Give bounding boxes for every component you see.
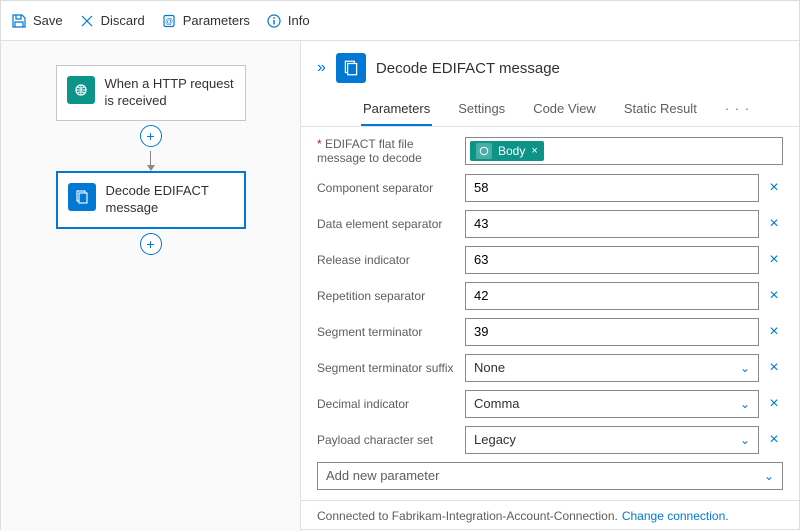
row-flatfile: * EDIFACT flat file message to decode Bo…: [317, 137, 783, 166]
add-step-button[interactable]: +: [140, 233, 162, 255]
segment-term-label: Segment terminator: [317, 325, 465, 339]
save-button[interactable]: Save: [11, 13, 63, 29]
connector: +: [140, 121, 162, 171]
edifact-action-icon: [68, 183, 96, 211]
http-token-icon: [476, 143, 492, 159]
details-panel: » Decode EDIFACT message Parameters Sett…: [301, 41, 799, 531]
decimal-ind-select[interactable]: Comma ⌄: [465, 390, 759, 418]
discard-icon: [79, 13, 95, 29]
release-ind-label: Release indicator: [317, 253, 465, 267]
discard-label: Discard: [101, 13, 145, 28]
designer-canvas[interactable]: When a HTTP request is received + Decode…: [1, 41, 301, 531]
component-sep-input[interactable]: [465, 174, 759, 202]
insert-step-button[interactable]: +: [140, 125, 162, 147]
clear-icon[interactable]: ×: [765, 251, 783, 269]
token-label: Body: [498, 144, 525, 158]
trigger-node[interactable]: When a HTTP request is received: [56, 65, 246, 121]
payload-charset-select[interactable]: Legacy ⌄: [465, 426, 759, 454]
clear-icon[interactable]: ×: [765, 431, 783, 449]
clear-icon[interactable]: ×: [765, 215, 783, 233]
parameters-button[interactable]: @ Parameters: [161, 13, 250, 29]
flatfile-input[interactable]: Body ×: [465, 137, 783, 165]
save-label: Save: [33, 13, 63, 28]
collapse-button[interactable]: »: [317, 59, 326, 77]
main: When a HTTP request is received + Decode…: [1, 41, 799, 531]
clear-icon[interactable]: ×: [765, 395, 783, 413]
action-node-title: Decode EDIFACT message: [106, 183, 234, 217]
row-release-ind: Release indicator ×: [317, 246, 783, 274]
row-segment-term-suffix: Segment terminator suffix None ⌄ ×: [317, 354, 783, 382]
chevron-down-icon: ⌄: [740, 397, 750, 411]
segment-term-input[interactable]: [465, 318, 759, 346]
segment-term-suffix-select[interactable]: None ⌄: [465, 354, 759, 382]
row-payload-charset: Payload character set Legacy ⌄ ×: [317, 426, 783, 454]
panel-header: » Decode EDIFACT message: [301, 41, 799, 87]
info-button[interactable]: Info: [266, 13, 310, 29]
connection-status: Connected to Fabrikam-Integration-Accoun…: [317, 509, 618, 523]
trigger-node-title: When a HTTP request is received: [105, 76, 235, 110]
token-remove-icon[interactable]: ×: [531, 145, 537, 157]
panel-title: Decode EDIFACT message: [376, 60, 560, 77]
repetition-sep-input[interactable]: [465, 282, 759, 310]
payload-charset-value: Legacy: [474, 432, 516, 447]
connection-footer: Connected to Fabrikam-Integration-Accoun…: [301, 500, 799, 531]
panel-action-icon: [336, 53, 366, 83]
row-segment-term: Segment terminator ×: [317, 318, 783, 346]
parameters-icon: @: [161, 13, 177, 29]
decimal-ind-label: Decimal indicator: [317, 397, 465, 411]
row-add-parameter: Add new parameter ⌄: [317, 462, 783, 490]
chevron-down-icon: ⌄: [764, 469, 774, 483]
add-parameter-select[interactable]: Add new parameter ⌄: [317, 462, 783, 490]
chevron-down-icon: ⌄: [740, 433, 750, 447]
clear-icon[interactable]: ×: [765, 287, 783, 305]
discard-button[interactable]: Discard: [79, 13, 145, 29]
change-connection-link[interactable]: Change connection.: [622, 509, 729, 523]
svg-text:@: @: [165, 17, 173, 26]
data-elem-sep-input[interactable]: [465, 210, 759, 238]
info-icon: [266, 13, 282, 29]
tab-parameters[interactable]: Parameters: [361, 93, 432, 126]
connector-end: +: [140, 229, 162, 259]
chevron-down-icon: ⌄: [740, 361, 750, 375]
row-data-elem-sep: Data element separator ×: [317, 210, 783, 238]
row-repetition-sep: Repetition separator ×: [317, 282, 783, 310]
row-decimal-ind: Decimal indicator Comma ⌄ ×: [317, 390, 783, 418]
tab-more[interactable]: · · ·: [723, 93, 752, 126]
row-component-sep: Component separator ×: [317, 174, 783, 202]
flatfile-label: * EDIFACT flat file message to decode: [317, 137, 465, 166]
action-node[interactable]: Decode EDIFACT message: [56, 171, 246, 229]
payload-charset-label: Payload character set: [317, 433, 465, 447]
data-elem-sep-label: Data element separator: [317, 217, 465, 231]
parameters-form: * EDIFACT flat file message to decode Bo…: [301, 127, 799, 500]
toolbar: Save Discard @ Parameters Info: [1, 1, 799, 41]
segment-term-suffix-value: None: [474, 360, 505, 375]
parameters-label: Parameters: [183, 13, 250, 28]
release-ind-input[interactable]: [465, 246, 759, 274]
save-icon: [11, 13, 27, 29]
clear-icon[interactable]: ×: [765, 179, 783, 197]
tab-codeview[interactable]: Code View: [531, 93, 598, 126]
decimal-ind-value: Comma: [474, 396, 520, 411]
tab-settings[interactable]: Settings: [456, 93, 507, 126]
component-sep-label: Component separator: [317, 181, 465, 195]
connector-line: [150, 151, 151, 165]
body-token[interactable]: Body ×: [470, 141, 544, 161]
info-label: Info: [288, 13, 310, 28]
add-parameter-placeholder: Add new parameter: [326, 468, 439, 483]
tab-staticresult[interactable]: Static Result: [622, 93, 699, 126]
http-trigger-icon: [67, 76, 95, 104]
panel-tabs: Parameters Settings Code View Static Res…: [301, 87, 799, 127]
segment-term-suffix-label: Segment terminator suffix: [317, 361, 465, 375]
repetition-sep-label: Repetition separator: [317, 289, 465, 303]
clear-icon[interactable]: ×: [765, 359, 783, 377]
clear-icon[interactable]: ×: [765, 323, 783, 341]
